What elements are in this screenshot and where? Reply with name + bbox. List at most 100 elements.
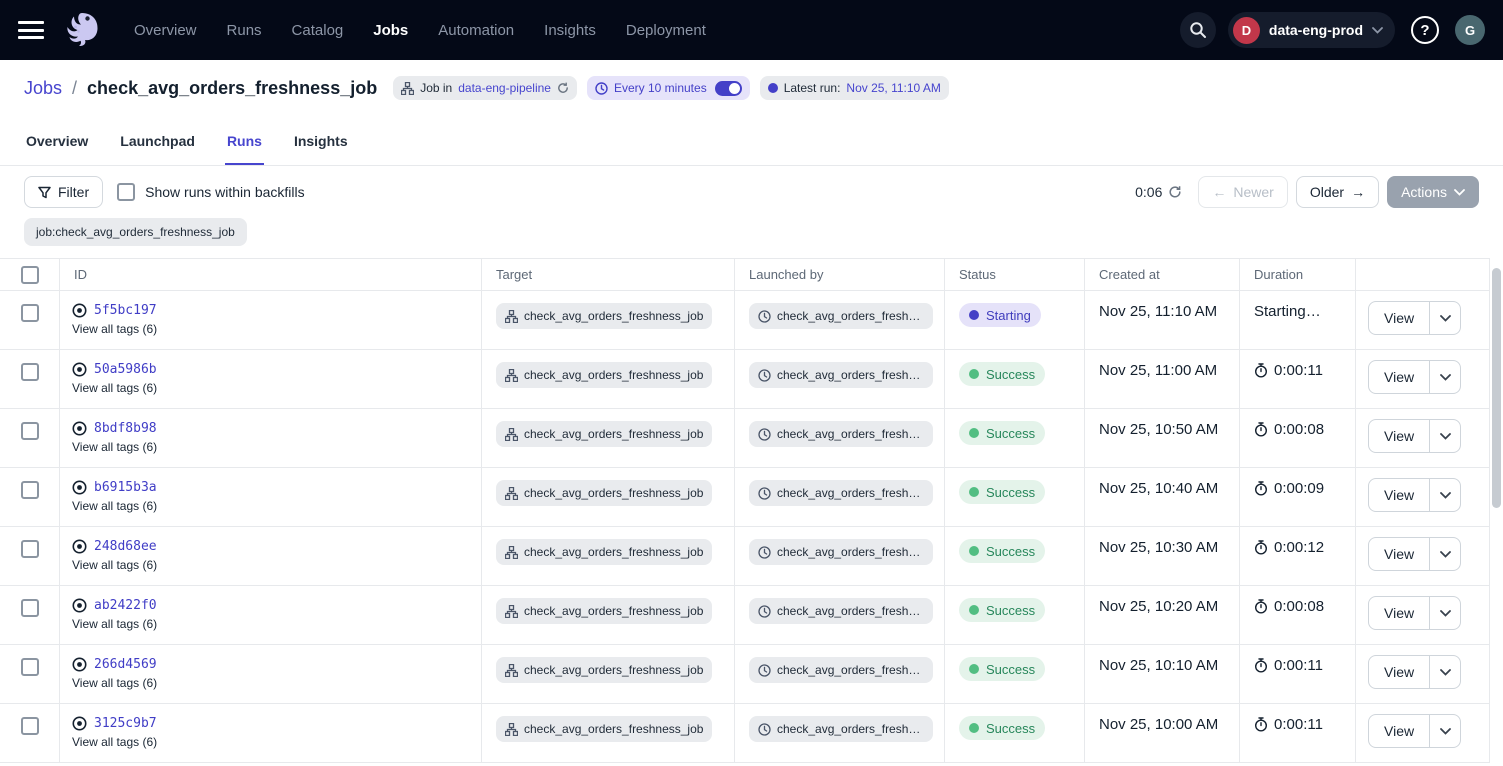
latest-run-time-link[interactable]: Nov 25, 11:10 AM (846, 81, 941, 95)
target-pill[interactable]: check_avg_orders_freshness_job (496, 303, 712, 329)
run-status-icon (72, 421, 87, 436)
job-filter-chip[interactable]: job:check_avg_orders_freshness_job (24, 218, 247, 246)
launched-by-pill[interactable]: check_avg_orders_freshn… (749, 539, 933, 565)
launched-by-pill[interactable]: check_avg_orders_freshn… (749, 480, 933, 506)
view-all-tags-link[interactable]: View all tags (6) (72, 381, 157, 395)
status-cell: Success (945, 527, 1085, 585)
view-all-tags-link[interactable]: View all tags (6) (72, 676, 157, 690)
tab-runs[interactable]: Runs (225, 133, 264, 165)
row-checkbox[interactable] (21, 717, 39, 735)
stopwatch-icon (1254, 717, 1268, 732)
search-icon[interactable] (1180, 12, 1216, 48)
select-all-checkbox[interactable] (21, 266, 39, 284)
nav-item-deployment[interactable]: Deployment (626, 22, 706, 39)
view-dropdown-button[interactable] (1430, 361, 1460, 393)
row-actions-cell: View (1356, 704, 1489, 762)
view-all-tags-link[interactable]: View all tags (6) (72, 440, 157, 454)
view-dropdown-button[interactable] (1430, 538, 1460, 570)
nav-item-jobs[interactable]: Jobs (373, 22, 408, 39)
tab-launchpad[interactable]: Launchpad (118, 133, 197, 165)
nav-item-automation[interactable]: Automation (438, 22, 514, 39)
launched-by-pill[interactable]: check_avg_orders_freshn… (749, 657, 933, 683)
reload-icon[interactable] (557, 82, 569, 94)
launched-by-pill[interactable]: check_avg_orders_freshn… (749, 598, 933, 624)
page: Overview Runs Catalog Jobs Automation In… (0, 0, 1503, 766)
target-pill[interactable]: check_avg_orders_freshness_job (496, 362, 712, 388)
nav-item-catalog[interactable]: Catalog (292, 22, 344, 39)
row-checkbox[interactable] (21, 363, 39, 381)
status-cell: Success (945, 409, 1085, 467)
run-id-link[interactable]: 5f5bc197 (94, 303, 157, 318)
launched-by-pill[interactable]: check_avg_orders_freshn… (749, 362, 933, 388)
target-pill[interactable]: check_avg_orders_freshness_job (496, 716, 712, 742)
view-dropdown-button[interactable] (1430, 656, 1460, 688)
job-repo-link[interactable]: data-eng-pipeline (458, 81, 551, 95)
view-button[interactable]: View (1369, 479, 1430, 511)
created-at-cell: Nov 25, 11:00 AM (1085, 350, 1240, 408)
view-dropdown-button[interactable] (1430, 302, 1460, 334)
launched-by-pill[interactable]: check_avg_orders_freshn… (749, 716, 933, 742)
refresh-icon[interactable] (1168, 185, 1182, 199)
menu-icon[interactable] (18, 20, 44, 40)
target-pill[interactable]: check_avg_orders_freshness_job (496, 598, 712, 624)
view-all-tags-link[interactable]: View all tags (6) (72, 617, 157, 631)
user-avatar[interactable]: G (1455, 15, 1485, 45)
view-dropdown-button[interactable] (1430, 597, 1460, 629)
actions-button[interactable]: Actions (1387, 176, 1479, 208)
breadcrumb-jobs-link[interactable]: Jobs (24, 78, 62, 99)
view-all-tags-link[interactable]: View all tags (6) (72, 558, 157, 572)
nav-item-runs[interactable]: Runs (227, 22, 262, 39)
schedule-toggle[interactable] (715, 81, 742, 96)
run-id-link[interactable]: 3125c9b7 (94, 716, 157, 731)
view-all-tags-link[interactable]: View all tags (6) (72, 499, 157, 513)
row-checkbox[interactable] (21, 540, 39, 558)
target-pill[interactable]: check_avg_orders_freshness_job (496, 657, 712, 683)
older-button[interactable]: Older → (1296, 176, 1379, 208)
view-all-tags-link[interactable]: View all tags (6) (72, 735, 157, 749)
launched-by-pill[interactable]: check_avg_orders_freshn… (749, 421, 933, 447)
row-checkbox[interactable] (21, 599, 39, 617)
view-button[interactable]: View (1369, 597, 1430, 629)
view-dropdown-button[interactable] (1430, 715, 1460, 747)
view-dropdown-button[interactable] (1430, 420, 1460, 452)
backfills-checkbox[interactable] (117, 183, 135, 201)
view-button[interactable]: View (1369, 361, 1430, 393)
row-checkbox[interactable] (21, 304, 39, 322)
target-pill[interactable]: check_avg_orders_freshness_job (496, 421, 712, 447)
help-icon[interactable]: ? (1411, 16, 1439, 44)
run-id-link[interactable]: b6915b3a (94, 480, 157, 495)
run-id-link[interactable]: 248d68ee (94, 539, 157, 554)
row-checkbox[interactable] (21, 422, 39, 440)
nav-item-insights[interactable]: Insights (544, 22, 596, 39)
view-button[interactable]: View (1369, 715, 1430, 747)
run-id-link[interactable]: 266d4569 (94, 657, 157, 672)
row-checkbox[interactable] (21, 481, 39, 499)
filter-button[interactable]: Filter (24, 176, 103, 208)
newer-button[interactable]: ← Newer (1198, 176, 1287, 208)
view-button[interactable]: View (1369, 656, 1430, 688)
tab-overview[interactable]: Overview (24, 133, 90, 165)
run-id-link[interactable]: 50a5986b (94, 362, 157, 377)
status-dot (969, 310, 979, 320)
nav-item-overview[interactable]: Overview (134, 22, 197, 39)
vertical-scrollbar[interactable] (1492, 268, 1501, 508)
view-button[interactable]: View (1369, 538, 1430, 570)
latest-run-label: Latest run: (784, 81, 841, 95)
launched-by-pill[interactable]: check_avg_orders_freshn… (749, 303, 933, 329)
target-pill[interactable]: check_avg_orders_freshness_job (496, 539, 712, 565)
row-actions-cell: View (1356, 350, 1489, 408)
target-pill[interactable]: check_avg_orders_freshness_job (496, 480, 712, 506)
row-checkbox[interactable] (21, 658, 39, 676)
tab-insights[interactable]: Insights (292, 133, 350, 165)
view-all-tags-link[interactable]: View all tags (6) (72, 322, 157, 336)
clock-icon (758, 310, 771, 323)
job-graph-icon (505, 546, 518, 559)
run-id-link[interactable]: 8bdf8b98 (94, 421, 157, 436)
view-button[interactable]: View (1369, 302, 1430, 334)
workspace-switcher[interactable]: D data-eng-prod (1228, 12, 1395, 48)
run-id-link[interactable]: ab2422f0 (94, 598, 157, 613)
view-button[interactable]: View (1369, 420, 1430, 452)
dagster-logo-icon[interactable] (62, 10, 102, 50)
table-row: 50a5986b View all tags (6) check_avg_ord… (0, 350, 1489, 409)
view-dropdown-button[interactable] (1430, 479, 1460, 511)
